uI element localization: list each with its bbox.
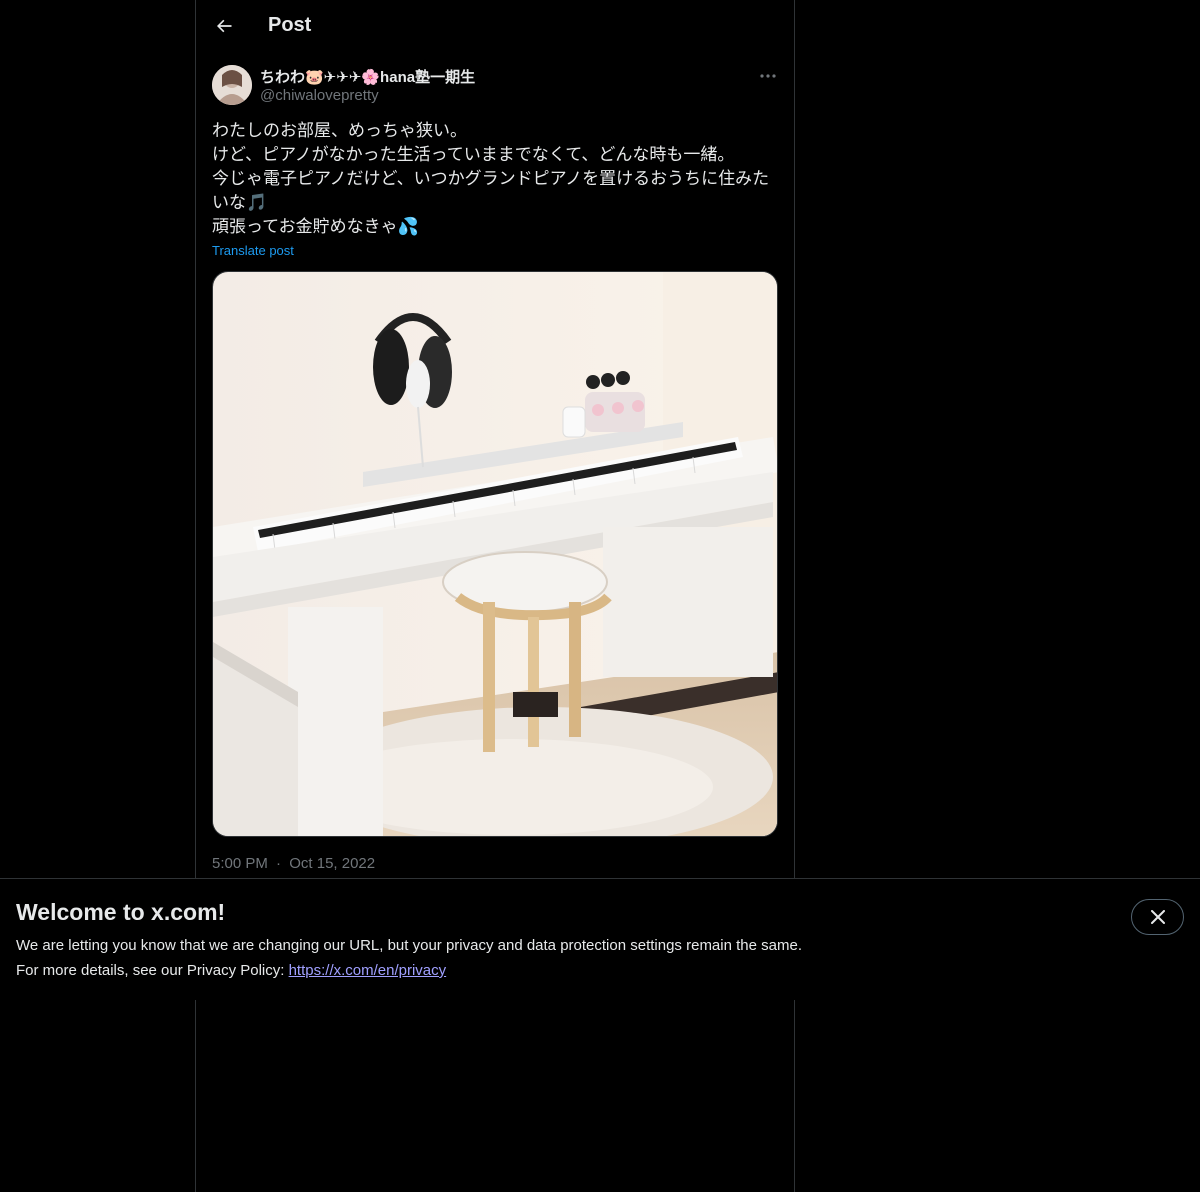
post-text: わたしのお部屋、めっちゃ狭い。 けど、ピアノがなかった生活っていままでなくて、ど…: [212, 119, 782, 239]
page-title: Post: [268, 14, 312, 36]
close-icon: [1150, 910, 1165, 924]
post-text-line: けど、ピアノがなかった生活っていままでなくて、どんな時も一緒。: [212, 145, 735, 164]
timestamp-separator: ·: [276, 855, 282, 872]
back-button[interactable]: [206, 8, 242, 44]
post-date-link[interactable]: Oct 15, 2022: [289, 855, 375, 872]
privacy-policy-link[interactable]: https://x.com/en/privacy: [289, 962, 447, 979]
avatar[interactable]: [212, 65, 252, 105]
post-text-line: わたしのお部屋、めっちゃ狭い。: [212, 121, 467, 140]
post-timestamp: 5:00 PM · Oct 15, 2022: [212, 855, 375, 872]
more-horizontal-icon: [760, 74, 776, 78]
author-display-name[interactable]: ちわわ🐷✈✈✈🌸hana塾一期生: [260, 66, 475, 87]
page-header: Post: [196, 0, 794, 53]
post-text-line: いな🎵: [212, 193, 268, 212]
more-options-button[interactable]: [754, 64, 782, 88]
post-text-line: 頑張ってお金貯めなきゃ💦: [212, 217, 419, 236]
translate-post-link[interactable]: Translate post: [212, 243, 294, 258]
banner-title: Welcome to x.com!: [16, 899, 226, 925]
post-time-link[interactable]: 5:00 PM: [212, 855, 268, 872]
banner-close-button[interactable]: [1131, 899, 1184, 935]
banner-message: We are letting you know that we are chan…: [16, 937, 802, 954]
url-change-banner: Welcome to x.com! We are letting you kno…: [0, 878, 1200, 1000]
post-text-line: 今じゃ電子ピアノだけど、いつかグランドピアノを置けるおうちに住みた: [212, 169, 770, 188]
post-media-photo[interactable]: [212, 271, 778, 837]
piano-room-photo: [213, 272, 777, 836]
primary-column: Post ちわわ🐷✈✈✈🌸hana塾一期生 @chiwalovepretty わ…: [195, 0, 795, 1192]
author-handle[interactable]: @chiwalovepretty: [260, 87, 379, 104]
banner-privacy-text: For more details, see our Privacy Policy…: [16, 962, 446, 979]
banner-privacy-prefix: For more details, see our Privacy Policy…: [16, 962, 289, 979]
arrow-left-icon: [217, 19, 232, 33]
avatar-image: [212, 65, 252, 105]
